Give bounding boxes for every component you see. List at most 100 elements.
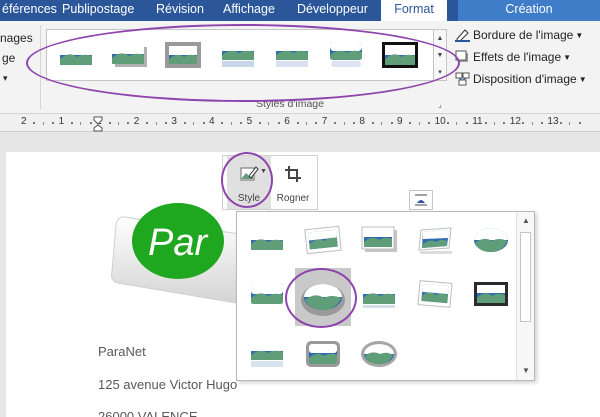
ruler-tick bbox=[541, 122, 543, 124]
dropdown-style-reflection[interactable] bbox=[247, 338, 287, 370]
gallery-style-soft-reflection[interactable] bbox=[273, 40, 311, 70]
ruler-tick bbox=[428, 122, 431, 124]
ruler-tick bbox=[578, 122, 581, 124]
ruler-number: 5 bbox=[246, 116, 253, 127]
dialog-launcher-icon[interactable]: ⌟ bbox=[438, 100, 442, 109]
picture-layout-label: Disposition d'image bbox=[473, 72, 577, 86]
dropdown-style-rounded-frame[interactable] bbox=[303, 338, 343, 370]
gallery-style-shadow[interactable] bbox=[110, 40, 148, 70]
group-separator bbox=[40, 25, 41, 109]
crop-icon bbox=[285, 166, 301, 182]
ruler-tick bbox=[240, 122, 243, 124]
gallery-scroll-down-icon[interactable]: ▼ bbox=[434, 47, 446, 64]
ribbon-format-panel: nages ge ▾ ▲ ▼ ▾ Styles d'image ⌟ Bordur… bbox=[0, 21, 600, 114]
ruler-tick bbox=[569, 122, 571, 125]
doc-line-company[interactable]: ParaNet bbox=[98, 344, 146, 359]
ruler-tick bbox=[334, 122, 337, 124]
style-button-label: Style bbox=[237, 193, 261, 204]
tab-design[interactable]: Création bbox=[458, 0, 600, 21]
ruler-tick bbox=[494, 122, 495, 125]
gallery-style-black-frame[interactable] bbox=[381, 40, 419, 70]
dropdown-style-moderate-frame[interactable] bbox=[359, 278, 399, 310]
logo-text: Par bbox=[148, 222, 208, 264]
gallery-style-thick-frame[interactable] bbox=[164, 40, 202, 70]
dropdown-style-soft-edge[interactable] bbox=[247, 278, 287, 310]
doc-line-address[interactable]: 125 avenue Victor Hugo bbox=[98, 377, 237, 392]
ruler-tick bbox=[522, 122, 525, 124]
ruler-number: 3 bbox=[171, 116, 177, 127]
ruler-number: 10 bbox=[434, 116, 446, 127]
ruler-tick bbox=[409, 122, 412, 124]
ruler-number: 11 bbox=[472, 116, 483, 127]
indent-marker-icon[interactable] bbox=[93, 116, 103, 132]
dropdown-style-oval-soft[interactable] bbox=[471, 224, 511, 256]
chevron-down-icon: ▼ bbox=[563, 53, 572, 62]
ruler-tick bbox=[118, 122, 119, 125]
chevron-down-icon: ▼ bbox=[260, 168, 267, 175]
scroll-thumb[interactable] bbox=[520, 232, 531, 322]
tab-developer[interactable]: Développeur bbox=[297, 0, 379, 21]
ruler-tick bbox=[353, 122, 355, 124]
chevron-down-icon: ▼ bbox=[578, 75, 587, 84]
gallery-more-icon[interactable]: ▾ bbox=[434, 64, 446, 81]
gallery-style-plain[interactable] bbox=[57, 40, 95, 70]
dropdown-style-rotated-white[interactable] bbox=[303, 224, 343, 256]
ruler-tick bbox=[503, 122, 506, 124]
ruler-number: 12 bbox=[509, 116, 521, 127]
tab-format[interactable]: Format bbox=[381, 0, 447, 21]
gallery-scroll[interactable]: ▲ ▼ ▾ bbox=[434, 29, 447, 81]
dropdown-style-oval-selected[interactable] bbox=[295, 268, 351, 326]
ribbon-left-cut-label[interactable]: nages bbox=[0, 31, 33, 45]
ruler-number: 1 bbox=[58, 116, 65, 127]
gallery-style-reflection[interactable] bbox=[219, 40, 257, 70]
ruler-tick bbox=[531, 122, 533, 125]
style-button[interactable]: ▼ Style bbox=[227, 156, 271, 209]
gallery-scroll-up-icon[interactable]: ▲ bbox=[434, 30, 446, 47]
scroll-up-icon[interactable]: ▲ bbox=[517, 214, 535, 228]
picture-effects-icon bbox=[455, 50, 470, 64]
dropdown-style-rotated-frame[interactable] bbox=[415, 278, 455, 310]
group-label-picture-styles: Styles d'image bbox=[256, 98, 324, 110]
crop-button-label: Rogner bbox=[276, 193, 310, 204]
chevron-down-icon: ▼ bbox=[575, 31, 584, 40]
tab-mailings[interactable]: Publipostage bbox=[62, 0, 150, 21]
horizontal-ruler[interactable]: 2112345678910111213 bbox=[0, 114, 600, 132]
tab-references[interactable]: éférences bbox=[0, 0, 57, 21]
ruler-tick bbox=[165, 122, 167, 124]
dropdown-style-metal-frame[interactable] bbox=[471, 278, 511, 310]
ruler-tick bbox=[306, 122, 307, 125]
ruler-tick bbox=[268, 122, 270, 125]
doc-line-city[interactable]: 26000 VALENCE bbox=[98, 409, 198, 417]
ruler-tick bbox=[146, 122, 149, 124]
crop-button[interactable]: Rogner bbox=[271, 156, 315, 209]
tab-view[interactable]: Affichage bbox=[223, 0, 285, 21]
picture-effects-button[interactable]: Effets de l'image ▼ bbox=[455, 50, 571, 68]
ruler-tick bbox=[259, 122, 261, 124]
ruler-tick bbox=[221, 122, 224, 124]
ruler-tick bbox=[127, 122, 130, 124]
ruler-number: 4 bbox=[209, 116, 215, 127]
picture-layout-button[interactable]: Disposition d'image ▼ bbox=[455, 72, 587, 90]
ruler-tick bbox=[155, 122, 157, 125]
gallery-style-rounded-reflection[interactable] bbox=[327, 40, 365, 70]
ruler-tick bbox=[390, 122, 393, 124]
tab-review[interactable]: Révision bbox=[156, 0, 218, 21]
picture-effects-label: Effets de l'image bbox=[473, 50, 562, 64]
dropdown-style-metal-oval[interactable] bbox=[359, 338, 399, 370]
scroll-down-icon[interactable]: ▼ bbox=[517, 364, 535, 378]
ruler-tick bbox=[343, 122, 345, 125]
ruler-tick bbox=[80, 122, 82, 125]
layout-options-button[interactable] bbox=[409, 190, 433, 210]
ribbon-left-cut-label[interactable]: ge bbox=[2, 51, 15, 65]
picture-border-button[interactable]: Bordure de l'image ▼ bbox=[455, 28, 583, 46]
ruler-number: 2 bbox=[133, 116, 140, 127]
picture-border-label: Bordure de l'image bbox=[473, 28, 574, 42]
ruler-tick bbox=[33, 122, 36, 124]
ruler-tick bbox=[42, 122, 44, 125]
dropdown-scrollbar[interactable]: ▲ ▼ bbox=[516, 212, 534, 380]
ribbon-left-cut-arrow[interactable]: ▾ bbox=[3, 73, 8, 84]
dropdown-style-plain[interactable] bbox=[247, 224, 287, 256]
dropdown-style-shadow-white[interactable] bbox=[359, 224, 399, 256]
ruler-number: 2 bbox=[21, 116, 27, 127]
dropdown-style-perspective[interactable] bbox=[415, 224, 455, 256]
